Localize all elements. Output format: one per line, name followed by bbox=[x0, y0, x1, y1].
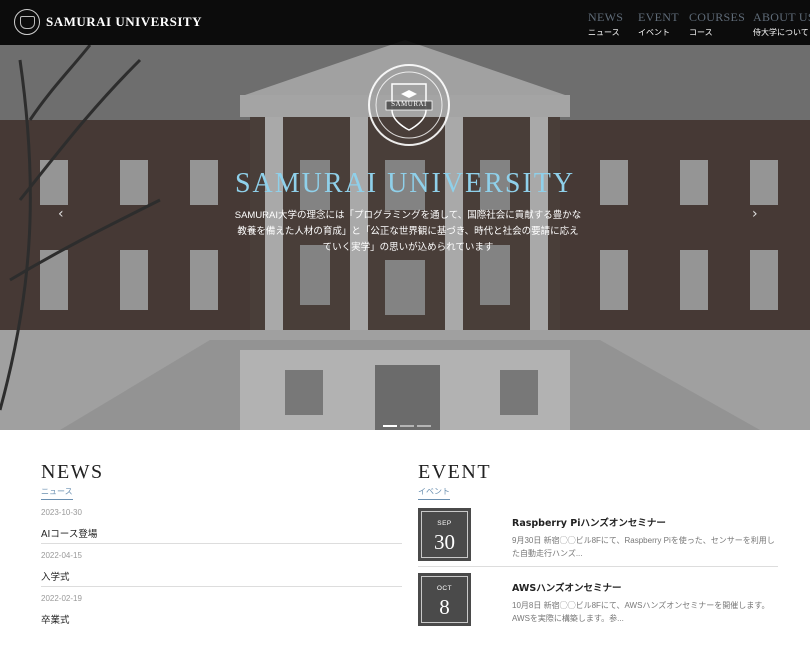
prev-slide-arrow-icon[interactable]: ‹ bbox=[58, 206, 64, 222]
slider-dot[interactable] bbox=[400, 425, 414, 427]
nav-label-en: EVENT bbox=[638, 10, 679, 24]
event-day: 8 bbox=[439, 595, 450, 619]
event-description: 10月8日 新宿◯◯ビル8Fにて、AWSハンズオンセミナーを開催します。AWSを… bbox=[512, 601, 770, 623]
university-crest-logo: SAMURAI bbox=[368, 64, 450, 146]
nav-item-about-us[interactable]: ABOUT US 侍大学について bbox=[753, 10, 810, 38]
nav-label-ja: 侍大学について bbox=[753, 28, 809, 37]
event-section-title: EVENT bbox=[418, 461, 492, 483]
news-date: 2023-10-30 bbox=[41, 508, 82, 517]
hero-text-line: 教養を備えた人材の育成」と「公正な世界観に基づき、時代と社会の要請に応え bbox=[237, 226, 579, 237]
divider bbox=[418, 566, 778, 567]
news-date: 2022-04-15 bbox=[41, 551, 82, 560]
hero-title: SAMURAI UNIVERSITY bbox=[234, 168, 576, 199]
divider bbox=[41, 543, 402, 544]
event-month: SEP bbox=[437, 520, 452, 527]
news-title[interactable]: 入学式 bbox=[41, 569, 402, 583]
event-date-badge: OCT 8 bbox=[418, 573, 471, 626]
event-day: 30 bbox=[434, 530, 455, 554]
site-header: SAMURAI UNIVERSITY NEWS ニュース EVENT イベント … bbox=[0, 0, 810, 45]
news-section-title: NEWS bbox=[41, 461, 104, 483]
news-title[interactable]: 卒業式 bbox=[41, 612, 402, 626]
event-section-subtitle: イベント bbox=[418, 486, 450, 500]
site-logo-text[interactable]: SAMURAI UNIVERSITY bbox=[46, 14, 202, 30]
nav-label-en: COURSES bbox=[689, 10, 746, 24]
next-slide-arrow-icon[interactable]: › bbox=[752, 206, 758, 222]
event-item[interactable]: OCT 8 AWSハンズオンセミナー 10月8日 新宿◯◯ビル8Fにて、AWSハ… bbox=[418, 573, 778, 626]
nav-label-ja: コース bbox=[689, 28, 713, 37]
nav-label-ja: イベント bbox=[638, 28, 670, 37]
news-date: 2022-02-19 bbox=[41, 594, 82, 603]
crest-text: SAMURAI bbox=[391, 100, 427, 108]
event-month: OCT bbox=[436, 585, 453, 592]
news-item[interactable]: 2023-10-30 AIコース登場 bbox=[41, 508, 402, 540]
nav-label-ja: ニュース bbox=[588, 28, 620, 37]
nav-item-news[interactable]: NEWS ニュース bbox=[588, 10, 623, 38]
news-item[interactable]: 2022-04-15 入学式 bbox=[41, 551, 402, 583]
event-date-badge: SEP 30 bbox=[418, 508, 471, 561]
divider bbox=[41, 586, 402, 587]
hero-text-line: SAMURAI大学の理念には「プログラミングを通して、国際社会に貢献する豊かな bbox=[234, 210, 582, 221]
news-item[interactable]: 2022-02-19 卒業式 bbox=[41, 594, 402, 626]
hero-description: SAMURAI大学の理念には「プログラミングを通して、国際社会に貢献する豊かな … bbox=[222, 208, 594, 256]
event-item[interactable]: SEP 30 Raspberry Piハンズオンセミナー 9月30日 新宿◯◯ビ… bbox=[418, 508, 778, 561]
hero-text-line: ていく実学」の思いが込められています bbox=[322, 242, 494, 253]
slider-dot[interactable] bbox=[417, 425, 431, 427]
news-section-subtitle: ニュース bbox=[41, 486, 73, 500]
slider-pagination bbox=[383, 412, 434, 430]
nav-label-en: ABOUT US bbox=[753, 10, 810, 24]
nav-item-courses[interactable]: COURSES コース bbox=[689, 10, 745, 38]
nav-label-en: NEWS bbox=[588, 10, 624, 24]
nav-item-event[interactable]: EVENT イベント bbox=[638, 10, 679, 38]
news-title[interactable]: AIコース登場 bbox=[41, 526, 402, 540]
hero-slider: SAMURAI SAMURAI UNIVERSITY SAMURAI大学の理念に… bbox=[0, 0, 810, 430]
event-title[interactable]: AWSハンズオンセミナー bbox=[512, 580, 622, 594]
event-description: 9月30日 新宿◯◯ビル8Fにて、Raspberry Piを使った、センサーを利… bbox=[512, 536, 775, 558]
university-logo-icon[interactable] bbox=[14, 9, 40, 35]
event-title[interactable]: Raspberry Piハンズオンセミナー bbox=[512, 515, 666, 529]
slider-dot[interactable] bbox=[383, 425, 397, 427]
